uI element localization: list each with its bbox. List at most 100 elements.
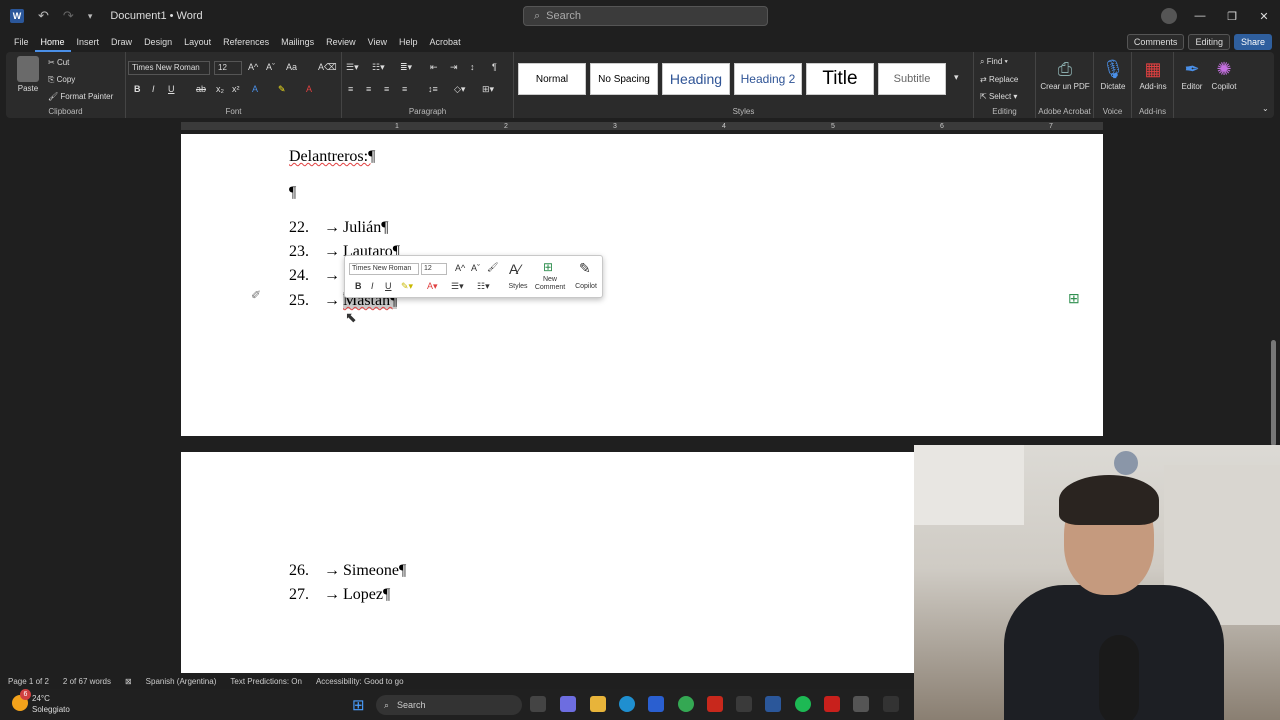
style-heading-2[interactable]: Heading 2 — [734, 63, 802, 95]
font-name-select[interactable]: Times New Roman — [128, 61, 210, 75]
comments-button[interactable]: Comments — [1126, 34, 1185, 50]
word-taskbar-icon[interactable] — [765, 696, 781, 712]
vscode-icon[interactable] — [648, 696, 664, 712]
shrink-font-icon[interactable]: Aˇ — [266, 62, 275, 72]
dictate-button[interactable]: 🎙 Dictate — [1096, 56, 1130, 91]
chrome-icon[interactable] — [678, 696, 694, 712]
mini-bold-icon[interactable]: B — [355, 281, 362, 291]
new-comment-icon[interactable]: ⊞ — [543, 260, 553, 274]
tab-help[interactable]: Help — [393, 32, 424, 52]
select-button[interactable]: ⇱ Select ▾ — [980, 92, 1017, 101]
list-item[interactable]: 22. → Julián¶ — [289, 219, 388, 237]
highlight-icon[interactable]: ✎ — [278, 84, 286, 95]
mini-bullets-icon[interactable]: ☰▾ — [451, 281, 464, 292]
addins-button[interactable]: ▦ Add-ins — [1134, 56, 1172, 91]
mini-copilot-icon[interactable]: ✎ — [579, 260, 591, 277]
bullets-icon[interactable]: ☰▾ — [346, 62, 359, 73]
tab-file[interactable]: File — [8, 32, 35, 52]
scrollbar-thumb[interactable] — [1271, 340, 1276, 446]
grow-font-icon[interactable]: A^ — [248, 62, 258, 72]
strikethrough-icon[interactable]: ab — [196, 84, 206, 94]
format-painter-button[interactable]: 🖌 Format Painter — [48, 92, 113, 101]
share-button[interactable]: Share — [1233, 34, 1272, 50]
style-normal[interactable]: Normal — [518, 63, 586, 95]
list-item[interactable]: 24. → — [289, 267, 343, 285]
show-formatting-marks-icon[interactable]: ¶ — [492, 62, 497, 72]
tab-insert[interactable]: Insert — [71, 32, 106, 52]
copilot-taskbar-icon[interactable] — [560, 696, 576, 712]
mini-numbering-icon[interactable]: ☷▾ — [477, 281, 490, 292]
undo-icon[interactable]: ↶ — [38, 8, 49, 24]
tab-draw[interactable]: Draw — [105, 32, 138, 52]
mini-font-select[interactable]: Times New Roman — [349, 263, 419, 275]
borders-icon[interactable]: ⊞▾ — [482, 84, 494, 95]
mini-italic-icon[interactable]: I — [371, 281, 374, 291]
create-pdf-button[interactable]: ⎙ Crear un PDF — [1040, 56, 1090, 91]
word-count[interactable]: 2 of 67 words — [63, 677, 111, 686]
document-page-2[interactable]: 26. → Simeone¶ 27. → Lopez¶ — [181, 452, 914, 673]
change-case-icon[interactable]: Aa — [286, 62, 297, 72]
copy-button[interactable]: ⎘ Copy — [48, 75, 75, 85]
numbering-icon[interactable]: ☷▾ — [372, 62, 385, 73]
minimize-icon[interactable]: — — [1184, 0, 1216, 32]
mini-copilot-label[interactable]: Copilot — [571, 283, 601, 290]
subscript-icon[interactable]: x₂ — [216, 84, 224, 94]
mini-underline-icon[interactable]: U — [385, 281, 392, 291]
mini-styles-label[interactable]: Styles — [503, 283, 533, 290]
mini-new-comment-label[interactable]: New Comment — [533, 276, 567, 292]
list-item[interactable]: 26. → Simeone¶ — [289, 562, 406, 580]
mini-styles-icon[interactable]: A⁄ — [509, 261, 521, 277]
line-spacing-icon[interactable]: ↕≡ — [428, 84, 438, 94]
style-subtitle[interactable]: Subtitle — [878, 63, 946, 95]
clear-formatting-icon[interactable]: A⌫ — [318, 62, 337, 73]
mini-highlight-icon[interactable]: ✎▾ — [401, 281, 413, 292]
file-explorer-icon[interactable] — [590, 696, 606, 712]
close-icon[interactable]: ✕ — [1248, 0, 1280, 32]
start-icon[interactable]: ⊞ — [352, 696, 365, 714]
editor-button[interactable]: ✒ Editor — [1178, 56, 1206, 91]
mini-font-color-icon[interactable]: A▾ — [427, 281, 438, 292]
styles-more-icon[interactable]: ▾ — [954, 72, 959, 83]
customize-quick-access-icon[interactable]: ▾ — [88, 11, 93, 22]
shading-icon[interactable]: ◇▾ — [454, 84, 465, 95]
mcafee-icon[interactable] — [824, 696, 840, 712]
style-no-spacing[interactable]: No Spacing — [590, 63, 658, 95]
restore-icon[interactable]: ❐ — [1216, 0, 1248, 32]
collapse-ribbon-icon[interactable]: ⌄ — [1262, 104, 1269, 113]
doc-heading[interactable]: Delantreros:¶ — [289, 148, 375, 166]
text-effects-icon[interactable]: A — [252, 84, 258, 94]
mini-grow-font-icon[interactable]: A^ — [455, 263, 465, 273]
style-heading[interactable]: Heading — [662, 63, 730, 95]
font-color-icon[interactable]: A — [306, 84, 312, 94]
tab-design[interactable]: Design — [138, 32, 178, 52]
task-view-icon[interactable] — [530, 696, 546, 712]
superscript-icon[interactable]: x² — [232, 84, 240, 94]
tab-view[interactable]: View — [362, 32, 393, 52]
align-right-icon[interactable]: ≡ — [384, 84, 389, 94]
increase-indent-icon[interactable]: ⇥ — [450, 62, 458, 73]
search-input[interactable]: ⌕ Search — [523, 6, 768, 26]
align-left-icon[interactable]: ≡ — [348, 84, 353, 94]
browser-icon[interactable] — [736, 696, 752, 712]
language[interactable]: Spanish (Argentina) — [146, 677, 217, 686]
taskbar-app-icon[interactable] — [853, 696, 869, 712]
bold-icon[interactable]: B — [134, 84, 141, 94]
list-item[interactable]: 27. → Lopez¶ — [289, 586, 390, 604]
account-avatar[interactable] — [1161, 8, 1177, 24]
proofing-icon[interactable]: ⊠ — [125, 677, 132, 686]
page-count[interactable]: Page 1 of 2 — [8, 677, 49, 686]
find-button[interactable]: ⌕ Find ▾ — [980, 57, 1008, 67]
decrease-indent-icon[interactable]: ⇤ — [430, 62, 438, 73]
text-predictions[interactable]: Text Predictions: On — [230, 677, 302, 686]
tab-mailings[interactable]: Mailings — [275, 32, 320, 52]
spotify-icon[interactable] — [795, 696, 811, 712]
align-center-icon[interactable]: ≡ — [366, 84, 371, 94]
copilot-button[interactable]: ✺ Copilot — [1208, 56, 1240, 91]
cut-button[interactable]: ✂ Cut — [48, 58, 69, 67]
tab-home[interactable]: Home — [34, 32, 71, 52]
replace-button[interactable]: ⇄ Replace — [980, 75, 1018, 84]
capcut-icon[interactable] — [883, 696, 899, 712]
tab-review[interactable]: Review — [320, 32, 362, 52]
underline-icon[interactable]: U — [168, 84, 175, 94]
accessibility-status[interactable]: Accessibility: Good to go — [316, 677, 404, 686]
